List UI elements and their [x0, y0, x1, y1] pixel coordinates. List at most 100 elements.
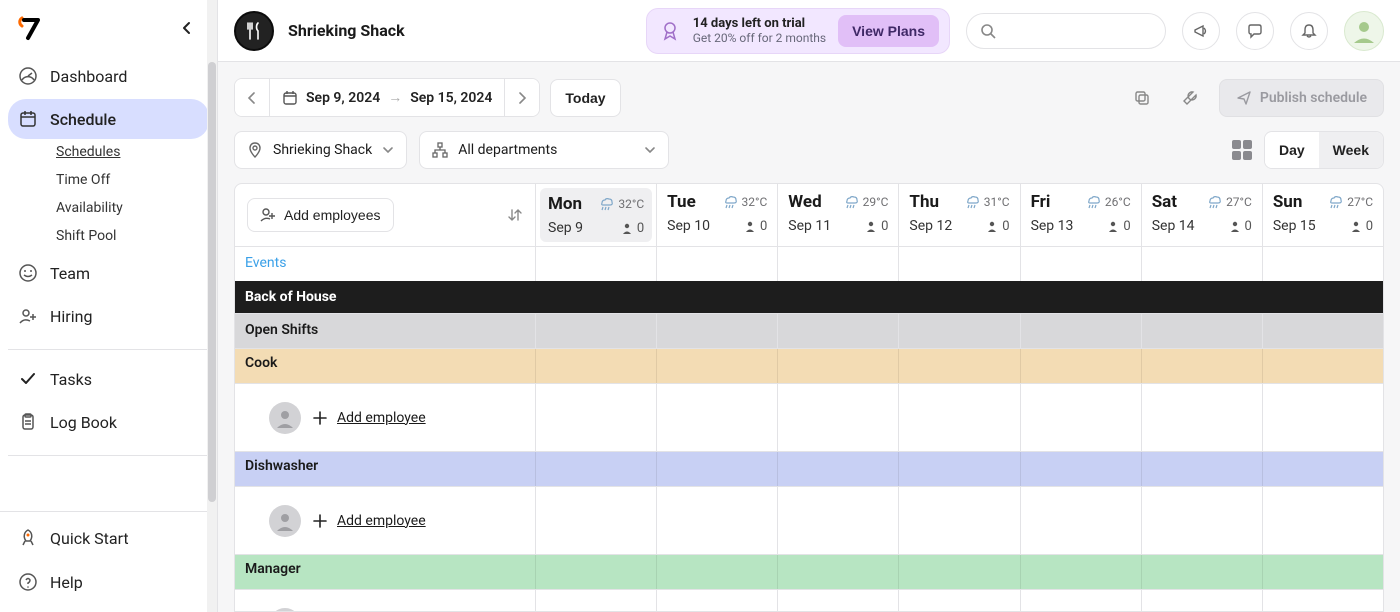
- send-icon: [1236, 90, 1252, 106]
- announcements-button[interactable]: [1182, 12, 1220, 50]
- schedule-cell[interactable]: [1141, 590, 1262, 611]
- events-label[interactable]: Events: [235, 247, 535, 281]
- schedule-cell[interactable]: [1020, 247, 1141, 281]
- schedule-cell[interactable]: [656, 314, 777, 348]
- rain-icon: [1327, 195, 1343, 209]
- nav-team[interactable]: Team: [8, 253, 209, 293]
- schedule-cell[interactable]: [1141, 487, 1262, 554]
- schedule-cell[interactable]: [1020, 314, 1141, 348]
- employee-count: 0: [986, 219, 1009, 234]
- schedule-cell[interactable]: [1262, 384, 1383, 451]
- nav-dashboard[interactable]: Dashboard: [8, 56, 209, 96]
- schedule-cell[interactable]: [777, 487, 898, 554]
- open-shifts-label[interactable]: Open Shifts: [235, 314, 535, 348]
- schedule-cell[interactable]: [535, 384, 656, 451]
- view-week-button[interactable]: Week: [1319, 132, 1383, 168]
- view-day-button[interactable]: Day: [1265, 132, 1319, 168]
- date-prev-button[interactable]: [235, 79, 269, 116]
- schedule-cell[interactable]: [1141, 314, 1262, 348]
- schedule-cell[interactable]: [1262, 590, 1383, 611]
- date-range-display[interactable]: Sep 9, 2024 → Sep 15, 2024: [270, 79, 504, 116]
- clipboard-icon: [18, 412, 38, 432]
- day-of-week: Thu: [909, 192, 939, 212]
- subnav-shiftpool[interactable]: Shift Pool: [56, 228, 209, 244]
- schedule-cell[interactable]: [898, 314, 1019, 348]
- day-header[interactable]: Sat 27°C Sep 14 0: [1141, 184, 1262, 246]
- role-spacer: [656, 349, 777, 383]
- nav-tasks[interactable]: Tasks: [8, 359, 209, 399]
- schedule-cell[interactable]: [535, 314, 656, 348]
- schedule-cell[interactable]: [898, 487, 1019, 554]
- date-next-button[interactable]: [505, 79, 539, 116]
- date: Sep 13: [1031, 218, 1074, 234]
- location-dropdown[interactable]: Shrieking Shack: [234, 131, 407, 169]
- sidebar-scrollbar[interactable]: [207, 0, 217, 612]
- schedule-cell[interactable]: [1141, 384, 1262, 451]
- departments-dropdown[interactable]: All departments: [419, 131, 669, 169]
- temp: 29°C: [863, 195, 889, 209]
- schedule-cell[interactable]: [535, 487, 656, 554]
- day-header[interactable]: Sun 27°C Sep 15 0: [1262, 184, 1383, 246]
- user-avatar[interactable]: [1344, 11, 1384, 51]
- day-header[interactable]: Tue 32°C Sep 10 0: [656, 184, 777, 246]
- schedule-cell[interactable]: [1262, 247, 1383, 281]
- role-name[interactable]: Dishwasher: [235, 452, 535, 486]
- nav-quickstart[interactable]: Quick Start: [8, 518, 209, 558]
- role-name[interactable]: Manager: [235, 555, 535, 589]
- subnav-schedules[interactable]: Schedules: [56, 144, 209, 160]
- schedule-cell[interactable]: [656, 384, 777, 451]
- schedule-cell[interactable]: [656, 590, 777, 611]
- temp: 27°C: [1226, 195, 1252, 209]
- org-switcher[interactable]: Shrieking Shack: [234, 11, 405, 51]
- schedule-cell[interactable]: [1141, 247, 1262, 281]
- nav-schedule[interactable]: Schedule: [8, 99, 209, 139]
- day-header[interactable]: Fri 26°C Sep 13 0: [1020, 184, 1141, 246]
- add-employee-link[interactable]: Add employee: [311, 512, 426, 530]
- schedule-cell[interactable]: [535, 590, 656, 611]
- schedule-cell[interactable]: [777, 247, 898, 281]
- messages-button[interactable]: [1236, 12, 1274, 50]
- group-header[interactable]: Back of House: [235, 281, 1383, 313]
- schedule-cell[interactable]: [777, 384, 898, 451]
- copy-schedule-button[interactable]: [1123, 79, 1161, 117]
- nav-hiring[interactable]: Hiring: [8, 296, 209, 336]
- trial-line2: Get 20% off for 2 months: [693, 31, 826, 45]
- role-name[interactable]: Cook: [235, 349, 535, 383]
- publish-schedule-button[interactable]: Publish schedule: [1219, 79, 1384, 117]
- subnav-timeoff[interactable]: Time Off: [56, 172, 209, 188]
- role-spacer: [656, 555, 777, 589]
- day-header[interactable]: Wed 29°C Sep 11 0: [777, 184, 898, 246]
- employee-count: 0: [1107, 219, 1130, 234]
- nav-logbook[interactable]: Log Book: [8, 402, 209, 442]
- schedule-cell[interactable]: [535, 247, 656, 281]
- subnav-availability[interactable]: Availability: [56, 200, 209, 216]
- schedule-cell[interactable]: [1020, 590, 1141, 611]
- today-button[interactable]: Today: [550, 79, 620, 117]
- day-header[interactable]: Thu 31°C Sep 12 0: [898, 184, 1019, 246]
- view-plans-button[interactable]: View Plans: [838, 15, 939, 47]
- search-box[interactable]: [966, 13, 1166, 49]
- schedule-cell[interactable]: [1262, 314, 1383, 348]
- schedule-cell[interactable]: [1020, 384, 1141, 451]
- schedule-cell[interactable]: [777, 590, 898, 611]
- schedule-cell[interactable]: [898, 384, 1019, 451]
- schedule-cell[interactable]: [656, 247, 777, 281]
- person-icon: [1350, 220, 1362, 232]
- add-employees-button[interactable]: Add employees: [247, 198, 394, 232]
- tools-button[interactable]: [1171, 79, 1209, 117]
- sort-button[interactable]: [507, 207, 523, 223]
- layout-grid-button[interactable]: [1232, 140, 1252, 160]
- schedule-cell[interactable]: [898, 590, 1019, 611]
- schedule-cell[interactable]: [898, 247, 1019, 281]
- schedule-cell[interactable]: [1262, 487, 1383, 554]
- schedule-cell[interactable]: [656, 487, 777, 554]
- schedule-cell[interactable]: [777, 314, 898, 348]
- add-employee-link[interactable]: Add employee: [311, 409, 426, 427]
- chevron-down-icon: [644, 145, 656, 155]
- sidebar-collapse-button[interactable]: [173, 14, 201, 42]
- nav-help[interactable]: Help: [8, 562, 209, 602]
- search-input[interactable]: [1005, 22, 1190, 40]
- day-header[interactable]: Mon 32°C Sep 9 0: [535, 184, 656, 246]
- schedule-cell[interactable]: [1020, 487, 1141, 554]
- notifications-button[interactable]: [1290, 12, 1328, 50]
